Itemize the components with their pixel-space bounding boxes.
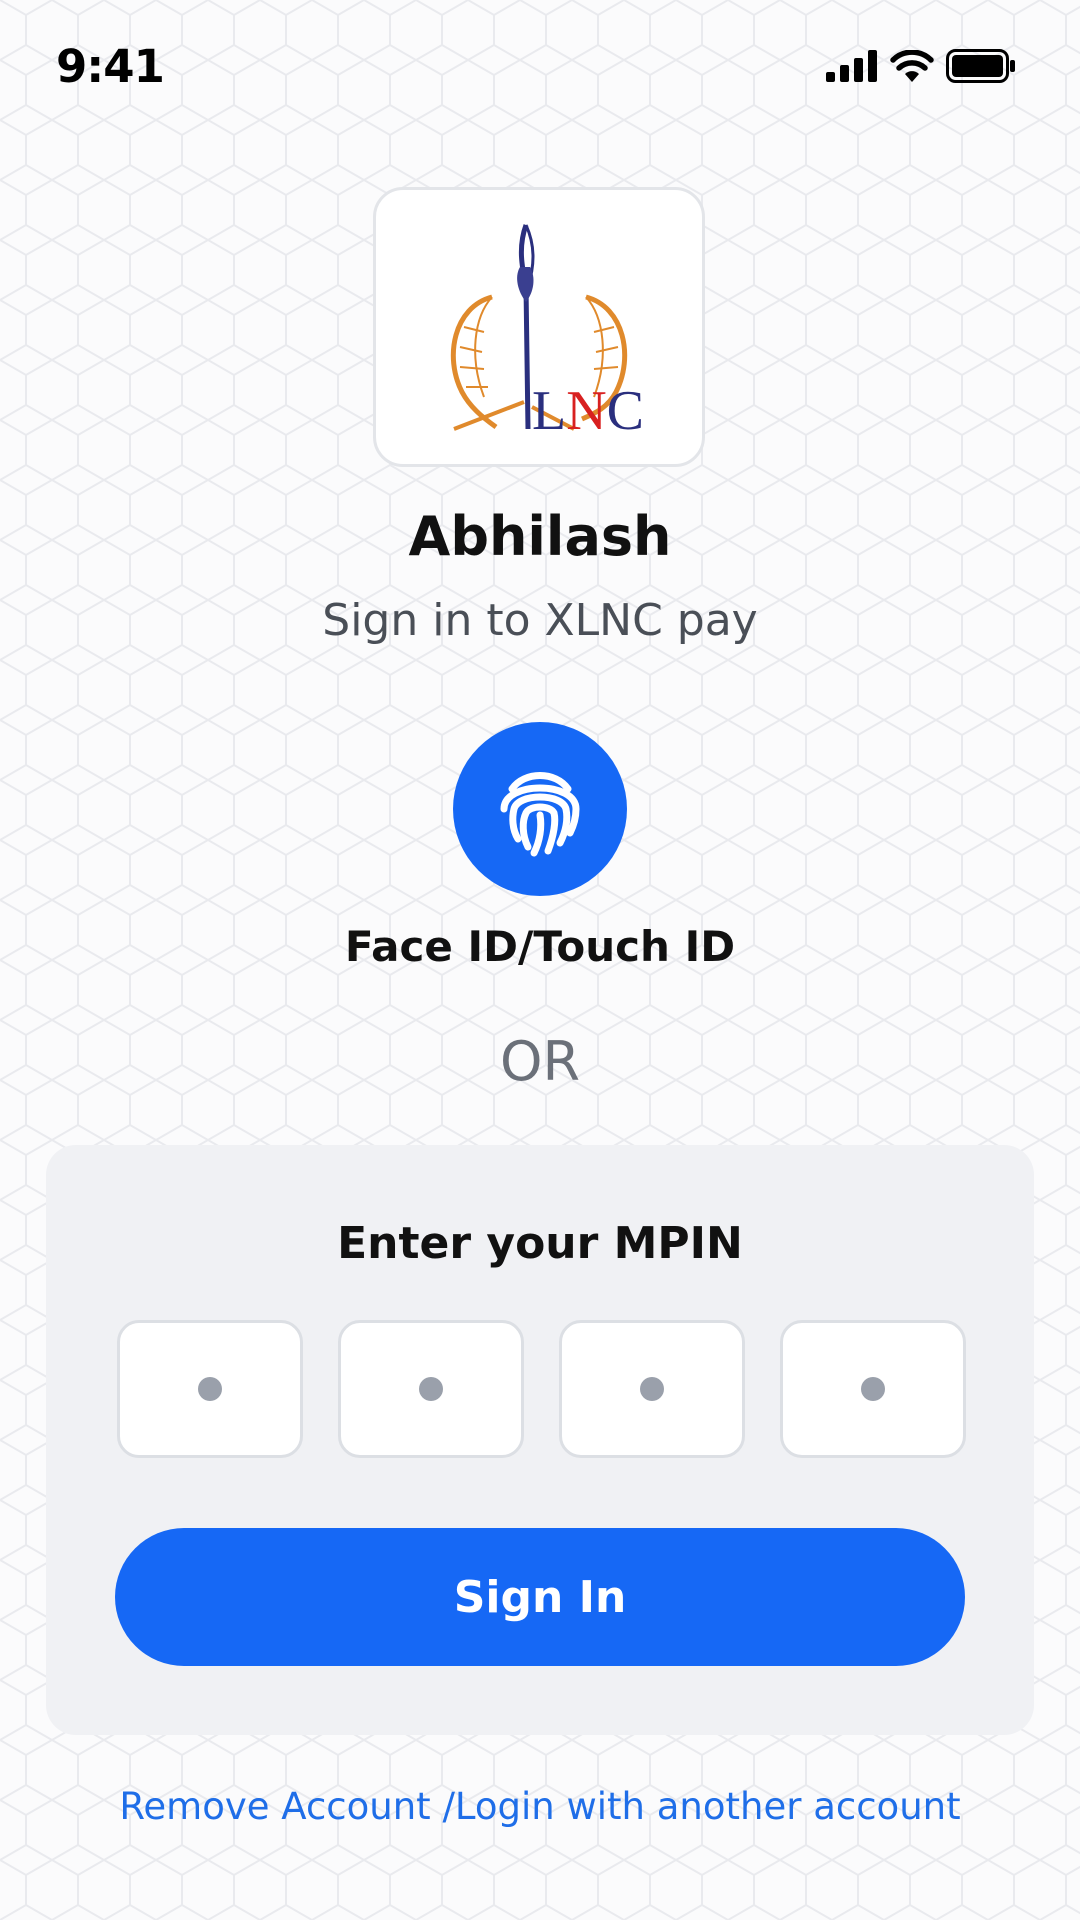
or-divider: OR bbox=[499, 1030, 581, 1093]
user-name: Abhilash bbox=[408, 505, 672, 568]
biometric-login-button[interactable] bbox=[453, 722, 627, 896]
mpin-title: Enter your MPIN bbox=[337, 1218, 743, 1269]
cellular-signal-icon bbox=[826, 50, 877, 82]
mpin-dot bbox=[419, 1377, 443, 1401]
mpin-digit-1[interactable] bbox=[117, 1320, 303, 1458]
signin-subtitle: Sign in to XLNC pay bbox=[322, 595, 758, 646]
mpin-digit-2[interactable] bbox=[338, 1320, 524, 1458]
mpin-dot bbox=[198, 1377, 222, 1401]
battery-icon bbox=[946, 49, 1015, 83]
status-time: 9:41 bbox=[56, 40, 165, 93]
mpin-dot bbox=[640, 1377, 664, 1401]
app-logo-card: LNC bbox=[373, 187, 705, 467]
biometric-label: Face ID/Touch ID bbox=[344, 922, 736, 971]
remove-account-link[interactable]: Remove Account /Login with another accou… bbox=[0, 1785, 1080, 1828]
fingerprint-icon bbox=[500, 772, 580, 857]
status-icons bbox=[826, 46, 1016, 86]
mpin-digit-4[interactable] bbox=[780, 1320, 966, 1458]
xlnc-logo: LNC bbox=[450, 224, 644, 442]
mpin-digit-3[interactable] bbox=[559, 1320, 745, 1458]
logo-brand-text: LNC bbox=[532, 380, 644, 442]
sign-in-button[interactable]: Sign In bbox=[115, 1528, 965, 1666]
mpin-dot bbox=[861, 1377, 885, 1401]
wifi-icon bbox=[890, 50, 934, 82]
